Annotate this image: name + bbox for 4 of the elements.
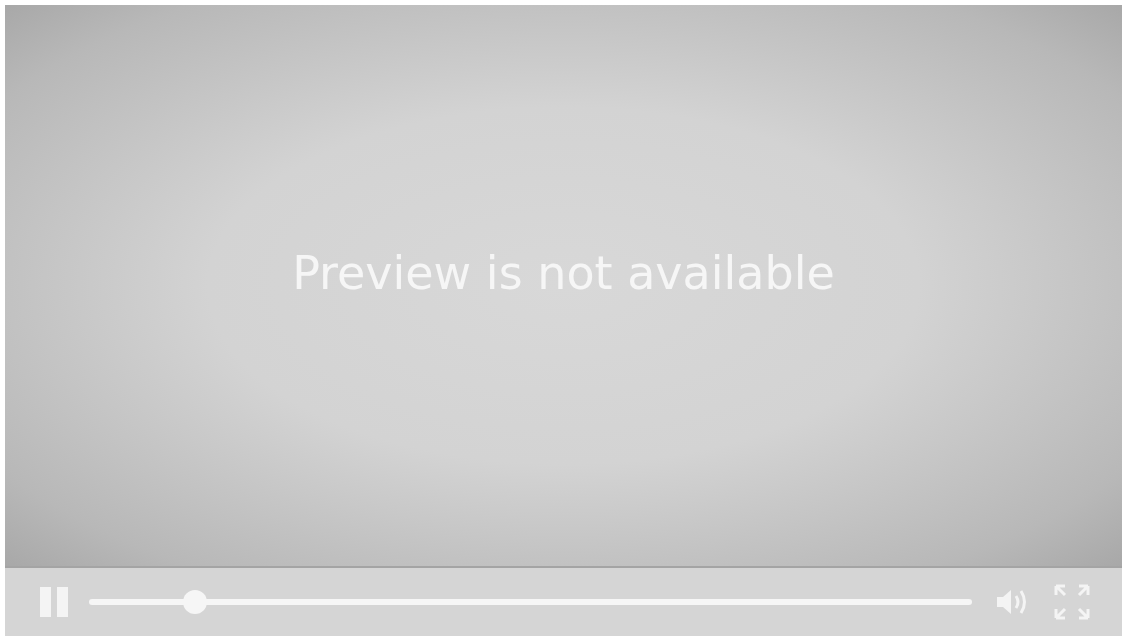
pause-button[interactable] (37, 585, 71, 619)
fullscreen-button[interactable] (1052, 582, 1092, 622)
seek-handle[interactable] (182, 590, 207, 614)
seek-track[interactable] (89, 599, 972, 605)
